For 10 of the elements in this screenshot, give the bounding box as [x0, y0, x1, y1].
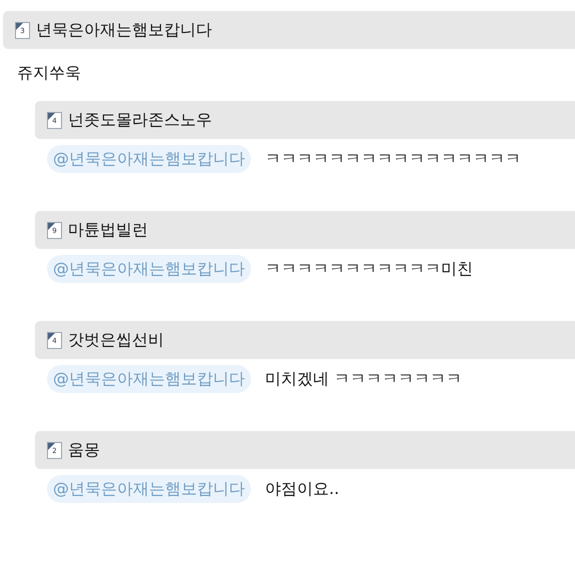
author-name[interactable]: 넌좃도몰라존스노우	[68, 108, 212, 132]
author-name[interactable]: 마튠법빌런	[68, 218, 148, 242]
reply-text: ㅋㅋㅋㅋㅋㅋㅋㅋㅋㅋㅋ미친	[265, 258, 473, 280]
reply-text: 미치겠네 ㅋㅋㅋㅋㅋㅋㅋㅋ	[265, 368, 462, 390]
reply-text: ㅋㅋㅋㅋㅋㅋㅋㅋㅋㅋㅋㅋㅋㅋㅋㅋ	[265, 148, 521, 170]
author-name[interactable]: 갓벗은씹선비	[68, 328, 164, 352]
author-name[interactable]: 움몽	[68, 438, 100, 462]
author-name[interactable]: 년묵은아재는햄보캅니다	[36, 18, 212, 42]
comment-text: 쥬지쑤욱	[17, 62, 82, 84]
reply-text: 야점이요..	[265, 478, 340, 500]
